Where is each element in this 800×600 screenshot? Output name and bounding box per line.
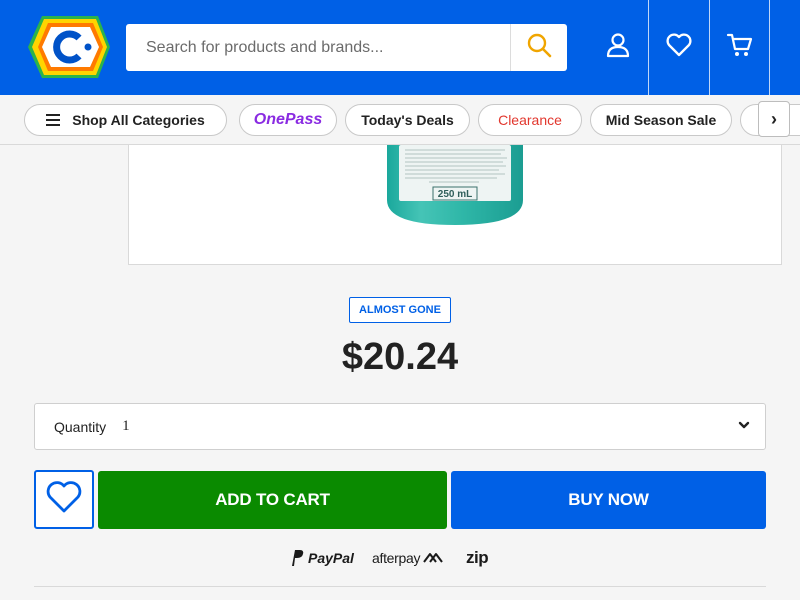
buy-now-button[interactable]: BUY NOW — [451, 471, 766, 529]
section-divider — [34, 586, 766, 587]
shop-all-categories-chip[interactable]: Shop All Categories — [24, 104, 227, 136]
mid-season-sale-chip[interactable]: Mid Season Sale — [590, 104, 732, 136]
zip-logo: zip — [466, 546, 489, 570]
onepass-logo-text: OnePass — [253, 111, 323, 128]
paypal-icon — [292, 550, 304, 566]
chip-label: Mid Season Sale — [605, 112, 717, 128]
payment-options: PayPal afterpay zip — [0, 546, 800, 570]
wishlist-button[interactable] — [649, 0, 709, 95]
afterpay-text: afterpay — [372, 550, 421, 566]
clearance-chip[interactable]: Clearance — [478, 104, 582, 136]
heart-icon — [44, 479, 84, 520]
chip-label: Shop All Categories — [72, 112, 205, 128]
search-bar — [126, 24, 567, 71]
afterpay-arrows-icon — [423, 553, 443, 563]
cart-icon — [726, 32, 754, 63]
quantity-select[interactable]: Quantity 1 — [34, 403, 766, 450]
site-header — [0, 0, 800, 95]
search-input[interactable] — [126, 24, 510, 71]
volume-label: 250 mL — [438, 189, 472, 200]
category-nav: Shop All Categories OnePass Today's Deal… — [0, 95, 800, 145]
paypal-logo: PayPal — [290, 546, 354, 570]
stock-status-badge: ALMOST GONE — [349, 297, 451, 323]
product-bottle-illustration: 250 mL — [387, 145, 523, 225]
menu-icon — [46, 114, 61, 126]
quantity-label: Quantity — [54, 418, 107, 435]
wishlist-heart-icon — [665, 32, 693, 63]
account-icon — [605, 32, 631, 63]
add-to-cart-button[interactable]: ADD TO CART — [98, 471, 447, 529]
onepass-chip[interactable]: OnePass — [239, 104, 337, 136]
search-button[interactable] — [510, 24, 567, 71]
chevron-right-icon: › — [771, 108, 777, 129]
product-image[interactable]: 250 mL — [128, 145, 782, 265]
chip-label: Today's Deals — [361, 112, 454, 128]
afterpay-logo: afterpay — [372, 546, 444, 570]
account-button[interactable] — [588, 0, 648, 95]
todays-deals-chip[interactable]: Today's Deals — [345, 104, 470, 136]
add-to-wishlist-button[interactable] — [34, 470, 94, 529]
chevron-down-icon — [737, 418, 751, 437]
nav-scroll-right-button[interactable]: › — [758, 101, 790, 137]
product-price: $20.24 — [341, 336, 459, 378]
paypal-text: PayPal — [308, 550, 354, 566]
header-divider — [769, 0, 770, 95]
chip-label: Clearance — [498, 112, 562, 128]
zip-text: zip — [466, 548, 489, 567]
quantity-value: 1 — [122, 418, 130, 434]
search-icon — [526, 32, 552, 63]
store-logo[interactable] — [28, 16, 110, 78]
cart-button[interactable] — [710, 0, 770, 95]
